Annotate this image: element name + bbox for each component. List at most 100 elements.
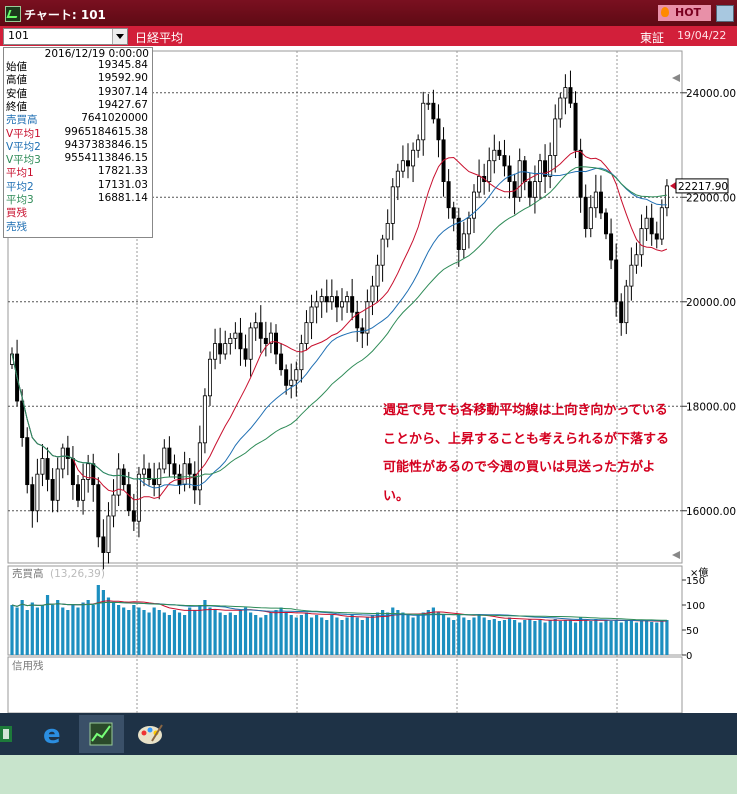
candle-body xyxy=(497,149,502,156)
current-price-label: 22217.90 xyxy=(678,181,728,193)
candle-body xyxy=(644,217,649,230)
edge-browser-icon[interactable]: e xyxy=(34,715,74,753)
candle-body xyxy=(157,468,162,486)
chart-app-icon xyxy=(5,6,21,22)
volume-bar xyxy=(137,607,141,655)
candle-body xyxy=(202,395,207,444)
volume-bar xyxy=(294,617,298,655)
chevron-down-icon[interactable] xyxy=(112,29,127,44)
hot-button[interactable]: HOT xyxy=(658,5,711,21)
volume-bar xyxy=(447,617,451,655)
volume-bar xyxy=(10,605,14,655)
candle-body xyxy=(223,343,228,355)
candle-body xyxy=(60,447,65,470)
info-row-value: 19307.14 xyxy=(97,85,148,98)
candle-body xyxy=(309,306,314,324)
volume-bar xyxy=(462,617,466,655)
volume-bar xyxy=(315,615,319,655)
candle-body xyxy=(334,296,339,308)
volume-bar xyxy=(634,622,639,655)
candle-body xyxy=(598,191,603,214)
volume-bar xyxy=(264,615,268,655)
candle-body xyxy=(126,484,131,512)
volume-bar xyxy=(492,619,496,655)
info-row: 終値 19427.67 xyxy=(6,99,150,113)
volume-tick-label: 100 xyxy=(686,601,705,612)
volume-bar xyxy=(51,605,55,655)
candle-body xyxy=(471,191,476,219)
volume-bar xyxy=(467,620,471,655)
candle-body xyxy=(263,337,268,344)
annotation-text: 週足で見ても各移動平均線は上向き向かっていることから、上昇することも考えられるが… xyxy=(383,403,670,504)
svg-text:e: e xyxy=(43,720,61,750)
candle-body xyxy=(25,437,30,486)
candle-body xyxy=(395,170,400,188)
volume-bar xyxy=(482,617,486,655)
volume-bar xyxy=(25,610,29,655)
volume-bar xyxy=(325,620,329,655)
candle-body xyxy=(492,149,497,162)
volume-bar xyxy=(360,620,364,655)
paint-app-icon[interactable] xyxy=(130,715,170,753)
info-row: 始値 19345.84 xyxy=(6,59,150,73)
price-tick-label: 20000.00 xyxy=(686,297,736,309)
volume-bar xyxy=(330,615,334,655)
volume-bar xyxy=(147,612,151,655)
volume-bar xyxy=(320,617,324,655)
volume-bar xyxy=(20,600,24,655)
volume-bar xyxy=(436,612,441,655)
title-bar[interactable]: チャート: 101 HOT xyxy=(0,0,737,26)
volume-bar xyxy=(396,610,400,655)
candle-body xyxy=(609,233,614,261)
candle-body xyxy=(446,181,451,209)
volume-bar xyxy=(157,610,161,655)
volume-bar xyxy=(203,600,207,655)
info-row: 安値 19307.14 xyxy=(6,85,150,100)
candle-body xyxy=(436,118,441,141)
volume-bar xyxy=(548,620,552,655)
volume-bar xyxy=(497,621,501,655)
candle-body xyxy=(339,301,344,308)
volume-bar xyxy=(589,621,593,655)
volume-bar xyxy=(111,602,116,655)
volume-bar xyxy=(243,607,248,655)
info-row-value: 16881.14 xyxy=(97,192,148,204)
info-row-value: 7641020000 xyxy=(81,112,148,125)
candle-body xyxy=(563,87,568,99)
candle-body xyxy=(532,181,537,198)
volume-bar xyxy=(218,612,222,655)
volume-tick-label: 50 xyxy=(686,626,699,637)
volume-bar xyxy=(507,617,512,655)
chart-app-taskbar-button[interactable] xyxy=(79,715,124,753)
candle-body xyxy=(416,139,421,151)
candle-body xyxy=(152,479,157,486)
volume-bar xyxy=(233,615,237,655)
volume-bar xyxy=(30,602,34,655)
candle-body xyxy=(583,196,588,230)
spreadsheet-app-icon[interactable] xyxy=(0,715,34,753)
volume-bar xyxy=(665,620,669,655)
candle-body xyxy=(187,463,192,475)
candle-body xyxy=(421,102,426,141)
volume-bar xyxy=(299,615,303,655)
candle-body xyxy=(273,332,278,355)
candle-body xyxy=(136,473,141,522)
volume-bar xyxy=(452,620,456,655)
symbol-select[interactable]: 101 xyxy=(3,28,128,45)
candle-body xyxy=(228,337,233,344)
volume-bar xyxy=(122,607,126,655)
candle-body xyxy=(76,484,81,501)
candle-body xyxy=(573,102,578,151)
info-row: 平均1 17821.33 xyxy=(6,165,150,179)
candle-body xyxy=(243,348,248,360)
candle-body xyxy=(96,484,101,538)
candle-body xyxy=(197,442,202,491)
volume-bar xyxy=(96,585,100,655)
candle-body xyxy=(451,207,456,219)
info-row: 平均2 17131.03 xyxy=(6,179,150,193)
candle-body xyxy=(167,447,172,465)
volume-bar xyxy=(162,612,166,655)
volume-bar xyxy=(304,612,309,655)
close-button[interactable] xyxy=(716,5,734,22)
candle-body xyxy=(121,468,126,486)
